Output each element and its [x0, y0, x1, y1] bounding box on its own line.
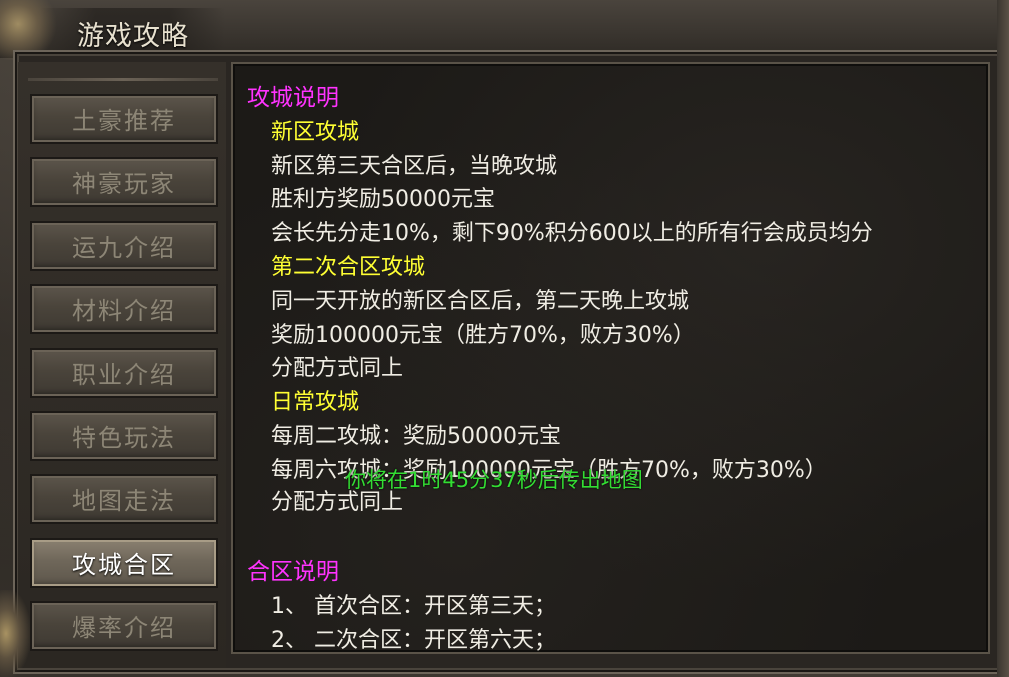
- subsection-heading: 新区攻城: [271, 120, 360, 145]
- sidebar-button-6[interactable]: 地图走法: [30, 474, 218, 525]
- content-text-line: 会长先分走10%，剩下90%积分600以上的所有行会成员均分: [271, 221, 873, 246]
- content-text-line: 胜利方奖励50000元宝: [271, 187, 495, 212]
- subsection-heading: 第二次合区攻城: [271, 255, 426, 280]
- content-panel[interactable]: 攻城说明新区攻城新区第三天合区后，当晚攻城 胜利方奖励50000元宝会长先分走10…: [231, 62, 990, 654]
- system-message: 你将在1时45分37秒后传出地图: [345, 468, 643, 492]
- sidebar-button-8[interactable]: 爆率介绍: [30, 601, 218, 652]
- section-heading: 攻城说明: [247, 85, 339, 111]
- content-text-line: 分配方式同上: [271, 356, 404, 381]
- content-text-line: 奖励100000元宝（胜方70%，败方30%）: [271, 323, 695, 348]
- sidebar-button-3[interactable]: 材料介绍: [30, 284, 218, 335]
- right-border: [997, 0, 1009, 677]
- sidebar-divider: [28, 78, 218, 81]
- sidebar-button-7[interactable]: 攻城合区: [30, 537, 218, 588]
- section-heading: 合区说明: [247, 559, 339, 585]
- content-text-line: 新区第三天合区后，当晚攻城: [271, 154, 558, 179]
- content-text-line: 每周二攻城：奖励50000元宝: [271, 424, 561, 449]
- sidebar-button-5[interactable]: 特色玩法: [30, 411, 218, 461]
- window-title: 游戏攻略: [77, 21, 189, 52]
- sidebar-button-0[interactable]: 土豪推荐: [30, 94, 218, 144]
- content-text-line: 同一天开放的新区合区后，第二天晚上攻城: [271, 289, 690, 314]
- content-text-line: 2、 二次合区：开区第六天；: [271, 628, 556, 653]
- content-text-line: 1、 首次合区：开区第三天；: [271, 594, 556, 619]
- sidebar-button-2[interactable]: 运九介绍: [30, 220, 218, 271]
- sidebar-button-4[interactable]: 职业介绍: [30, 347, 218, 398]
- subsection-heading: 日常攻城: [271, 390, 360, 415]
- game-window: 游戏攻略 土豪推荐神豪玩家运九介绍材料介绍职业介绍特色玩法地图走法攻城合区爆率介…: [0, 0, 1009, 677]
- sidebar-button-1[interactable]: 神豪玩家: [30, 157, 218, 208]
- corner-ornament-icon: [0, 590, 30, 677]
